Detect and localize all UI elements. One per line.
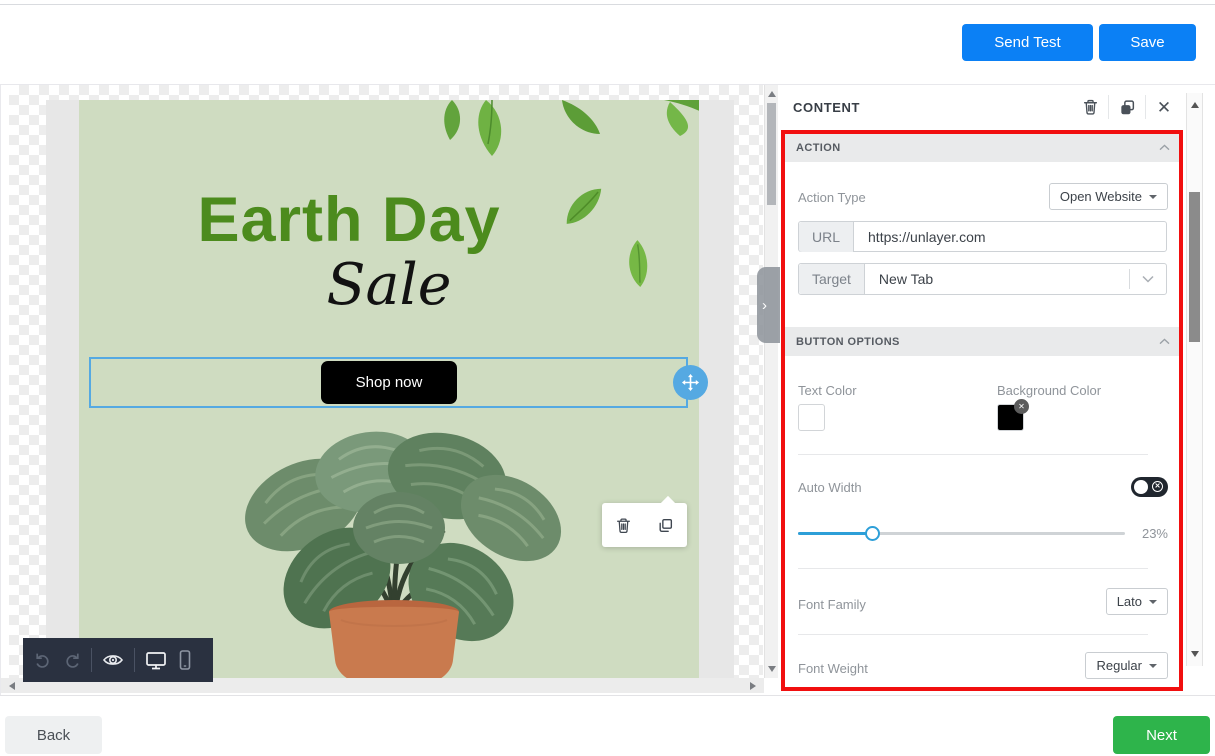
action-section-title: ACTION	[796, 142, 841, 154]
action-section-header[interactable]: ACTION	[784, 133, 1182, 162]
width-slider-thumb[interactable]	[865, 526, 880, 541]
font-weight-value: Regular	[1096, 658, 1142, 673]
chevron-up-icon	[1159, 338, 1170, 345]
email-heading-text[interactable]: Earth Day	[79, 184, 619, 256]
font-weight-label: Font Weight	[798, 661, 868, 676]
wizard-footer: Back Next	[0, 695, 1215, 756]
chevron-down-icon[interactable]	[1130, 275, 1166, 283]
potted-plant-image	[209, 420, 579, 692]
delete-content-icon[interactable]	[1072, 98, 1108, 116]
font-family-label: Font Family	[798, 597, 866, 612]
row-divider	[798, 568, 1148, 569]
row-divider	[798, 454, 1148, 455]
width-slider-fill	[798, 532, 873, 535]
send-test-button[interactable]: Send Test	[962, 24, 1093, 61]
properties-panel: CONTENT ✕ ACTION Action Type Open Websit…	[780, 85, 1215, 695]
panel-scroll-down-arrow[interactable]	[1191, 651, 1199, 657]
scroll-left-arrow[interactable]	[9, 682, 15, 690]
chevron-up-icon	[1159, 144, 1170, 151]
target-field-label: Target	[799, 264, 865, 294]
scroll-right-arrow[interactable]	[750, 682, 756, 690]
shop-now-button[interactable]: Shop now	[321, 361, 457, 404]
url-input[interactable]: https://unlayer.com	[854, 229, 1166, 245]
toggle-knob	[1134, 480, 1148, 494]
font-family-dropdown[interactable]: Lato	[1106, 588, 1168, 615]
action-type-value: Open Website	[1060, 189, 1142, 204]
target-field[interactable]: Target New Tab	[798, 263, 1167, 295]
background-color-label: Background Color	[997, 383, 1101, 398]
width-slider[interactable]	[798, 532, 1125, 535]
email-editor-window: Send Test Save	[0, 0, 1215, 756]
row-move-handle[interactable]	[673, 365, 708, 400]
back-button[interactable]: Back	[5, 716, 102, 754]
row-divider	[798, 634, 1148, 635]
hanging-leaves-image	[434, 100, 699, 156]
panel-scroll-thumb[interactable]	[1189, 192, 1200, 342]
background-color-swatch[interactable]: ✕	[997, 404, 1024, 431]
scroll-up-arrow[interactable]	[768, 91, 776, 97]
canvas-vertical-scrollbar[interactable]	[764, 85, 778, 678]
chevron-right-icon: ›	[762, 297, 767, 314]
remove-color-icon[interactable]: ✕	[1014, 399, 1029, 414]
mobile-view-icon[interactable]	[177, 649, 193, 671]
action-type-dropdown[interactable]: Open Website	[1049, 183, 1168, 210]
window-top-border	[0, 4, 1215, 5]
vertical-scroll-thumb[interactable]	[767, 103, 776, 205]
action-type-label: Action Type	[798, 190, 866, 205]
close-panel-icon[interactable]: ✕	[1146, 99, 1182, 116]
redo-icon[interactable]	[62, 650, 82, 670]
selection-toolbar	[602, 503, 687, 547]
email-body[interactable]: Earth Day Sale Shop now	[79, 100, 699, 692]
caret-down-icon	[1149, 195, 1157, 199]
text-color-swatch[interactable]	[798, 404, 825, 431]
panel-scroll-up-arrow[interactable]	[1191, 102, 1199, 108]
canvas-mode-toolbar	[23, 638, 213, 682]
undo-icon[interactable]	[33, 650, 53, 670]
auto-width-label: Auto Width	[798, 480, 862, 495]
email-subheading-text[interactable]: Sale	[79, 252, 699, 318]
panel-title: CONTENT	[793, 100, 860, 115]
save-button[interactable]: Save	[1099, 24, 1196, 61]
design-canvas: Earth Day Sale Shop now	[0, 85, 778, 695]
caret-down-icon	[1149, 600, 1157, 604]
preview-eye-icon[interactable]	[101, 650, 125, 670]
delete-row-icon[interactable]	[615, 517, 632, 534]
top-toolbar: Send Test Save	[0, 0, 1215, 85]
font-family-value: Lato	[1117, 594, 1142, 609]
scroll-down-arrow[interactable]	[768, 666, 776, 672]
button-options-section-title: BUTTON OPTIONS	[796, 336, 900, 348]
font-weight-dropdown[interactable]: Regular	[1085, 652, 1168, 679]
duplicate-row-icon[interactable]	[657, 517, 674, 534]
toolbar-divider	[91, 648, 92, 672]
move-arrows-icon	[681, 373, 700, 392]
target-select[interactable]: New Tab	[865, 271, 1129, 287]
url-field[interactable]: URL https://unlayer.com	[798, 221, 1167, 252]
text-color-label: Text Color	[798, 383, 857, 398]
panel-scrollbar[interactable]	[1186, 93, 1203, 666]
width-percent-value: 23%	[1142, 526, 1168, 541]
next-button[interactable]: Next	[1113, 716, 1210, 754]
duplicate-content-icon[interactable]	[1109, 98, 1145, 116]
desktop-view-icon[interactable]	[144, 649, 168, 671]
toolbar-divider	[134, 648, 135, 672]
caret-down-icon	[1149, 664, 1157, 668]
button-options-section-header[interactable]: BUTTON OPTIONS	[784, 327, 1182, 356]
auto-width-toggle[interactable]: ✕	[1131, 477, 1168, 497]
url-field-label: URL	[799, 222, 854, 252]
email-page-background: Earth Day Sale Shop now	[46, 100, 734, 692]
panel-header: CONTENT ✕	[780, 85, 1215, 130]
toggle-off-icon: ✕	[1152, 481, 1163, 492]
